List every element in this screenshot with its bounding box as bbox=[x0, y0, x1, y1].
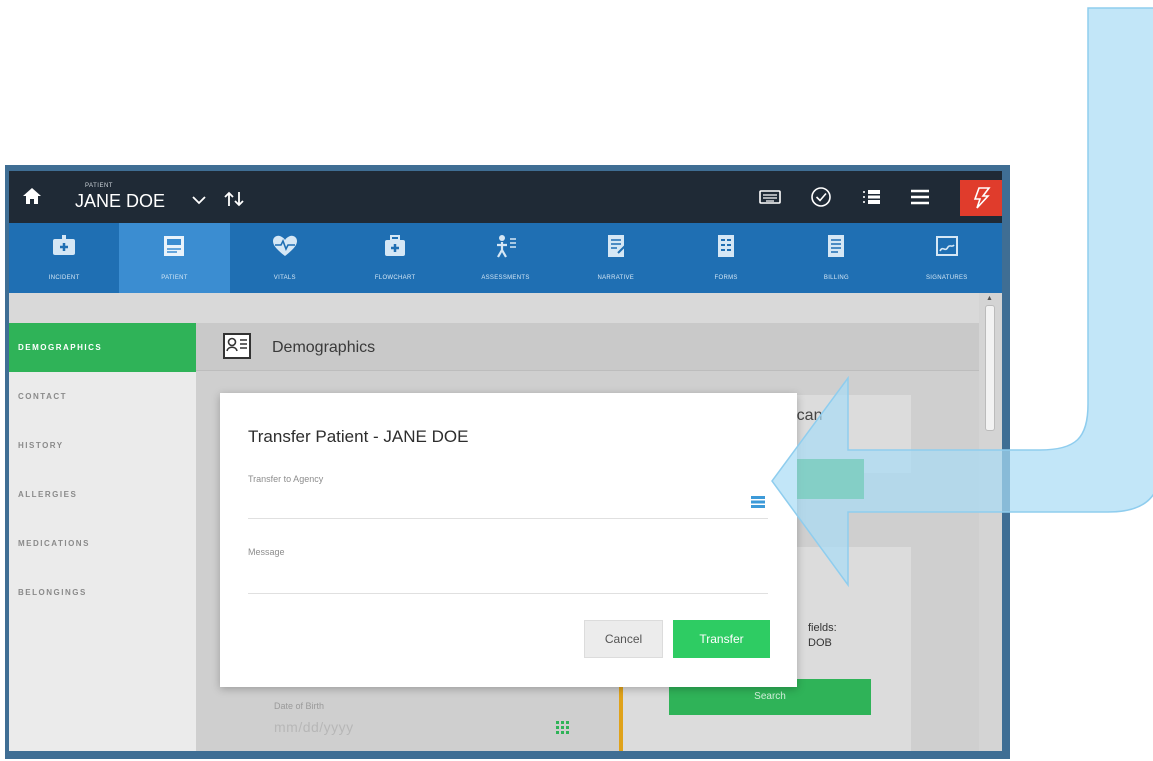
cancel-button[interactable]: Cancel bbox=[584, 620, 663, 658]
sidebar-item-medications[interactable]: MEDICATIONS bbox=[9, 519, 196, 568]
screenshot-stage: PATIENT JANE DOE INCIDENT PATIENT VITALS… bbox=[0, 0, 1153, 761]
top-bar: PATIENT JANE DOE bbox=[9, 171, 1002, 223]
tab-signatures[interactable]: SIGNATURES bbox=[892, 223, 1002, 293]
tab-vitals[interactable]: VITALS bbox=[230, 223, 340, 293]
heartbeat-icon bbox=[272, 235, 297, 256]
tab-assessments[interactable]: ASSESSMENTS bbox=[450, 223, 560, 293]
sidebar-item-demographics[interactable]: DEMOGRAPHICS bbox=[9, 323, 196, 372]
tab-label: INCIDENT bbox=[48, 275, 80, 281]
tab-forms[interactable]: FORMS bbox=[671, 223, 781, 293]
fields-line-1: fields: bbox=[808, 622, 837, 634]
ambulance-icon bbox=[53, 235, 76, 255]
tab-billing[interactable]: BILLING bbox=[781, 223, 891, 293]
sidebar-item-allergies[interactable]: ALLERGIES bbox=[9, 470, 196, 519]
keyboard-icon[interactable] bbox=[757, 184, 783, 210]
page-title: Demographics bbox=[272, 339, 376, 356]
flash-button[interactable] bbox=[960, 180, 1002, 216]
billing-icon bbox=[828, 235, 845, 257]
message-field[interactable] bbox=[248, 593, 768, 594]
sidebar-item-belongings[interactable]: BELONGINGS bbox=[9, 568, 196, 617]
patient-icon bbox=[164, 236, 185, 256]
menu-icon[interactable] bbox=[907, 184, 933, 210]
tab-patient[interactable]: PATIENT bbox=[119, 223, 230, 293]
sidebar: DEMOGRAPHICS CONTACT HISTORY ALLERGIES M… bbox=[9, 323, 196, 751]
tab-label: PATIENT bbox=[161, 275, 188, 281]
body-icon bbox=[497, 235, 517, 258]
chevron-down-icon[interactable] bbox=[191, 193, 207, 207]
agency-label: Transfer to Agency bbox=[248, 474, 324, 484]
scrollbar-thumb[interactable] bbox=[985, 305, 995, 431]
sidebar-item-history[interactable]: HISTORY bbox=[9, 421, 196, 470]
scrollbar[interactable]: ▲ bbox=[979, 293, 1002, 751]
medkit-icon bbox=[385, 235, 406, 256]
divider-accent bbox=[619, 683, 623, 751]
checklist-icon[interactable] bbox=[859, 184, 885, 210]
calendar-grid-icon[interactable] bbox=[556, 721, 570, 735]
section-tabs: INCIDENT PATIENT VITALS FLOWCHART ASSESS… bbox=[9, 223, 1002, 293]
message-label: Message bbox=[248, 547, 285, 557]
dialog-title: Transfer Patient - JANE DOE bbox=[248, 427, 469, 446]
toolbar-strip bbox=[9, 293, 1002, 323]
section-header: Demographics bbox=[196, 323, 979, 371]
tab-narrative[interactable]: NARRATIVE bbox=[561, 223, 671, 293]
tab-label: NARRATIVE bbox=[597, 275, 635, 281]
id-card-icon bbox=[223, 333, 251, 359]
tab-label: FLOWCHART bbox=[374, 275, 416, 281]
narrative-icon bbox=[607, 235, 626, 257]
dob-field[interactable]: mm/dd/yyyy bbox=[274, 719, 354, 735]
fields-line-2: DOB bbox=[808, 637, 832, 649]
tab-label: ASSESSMENTS bbox=[481, 275, 530, 281]
tab-label: BILLING bbox=[823, 275, 850, 281]
dob-label: Date of Birth bbox=[274, 701, 325, 711]
transfer-button[interactable]: Transfer bbox=[673, 620, 770, 658]
signature-icon bbox=[935, 236, 958, 256]
patient-name[interactable]: JANE DOE bbox=[75, 191, 165, 212]
tab-label: SIGNATURES bbox=[926, 275, 968, 281]
home-icon[interactable] bbox=[21, 185, 43, 207]
tab-label: FORMS bbox=[714, 275, 738, 281]
agency-field[interactable] bbox=[248, 518, 768, 519]
flash-icon bbox=[973, 187, 991, 209]
transfer-patient-dialog: Transfer Patient - JANE DOE Transfer to … bbox=[220, 393, 797, 687]
required-fields-text: fields: DOB bbox=[808, 621, 837, 651]
tab-label: VITALS bbox=[273, 275, 296, 281]
sidebar-item-contact[interactable]: CONTACT bbox=[9, 372, 196, 421]
patient-caption: PATIENT bbox=[85, 183, 113, 189]
scroll-up-icon[interactable]: ▲ bbox=[986, 295, 993, 302]
check-circle-icon[interactable] bbox=[808, 184, 834, 210]
sort-icon[interactable] bbox=[223, 190, 245, 208]
list-picker-icon[interactable] bbox=[751, 496, 765, 508]
tab-flowchart[interactable]: FLOWCHART bbox=[340, 223, 450, 293]
forms-icon bbox=[718, 235, 735, 257]
tab-incident[interactable]: INCIDENT bbox=[9, 223, 119, 293]
